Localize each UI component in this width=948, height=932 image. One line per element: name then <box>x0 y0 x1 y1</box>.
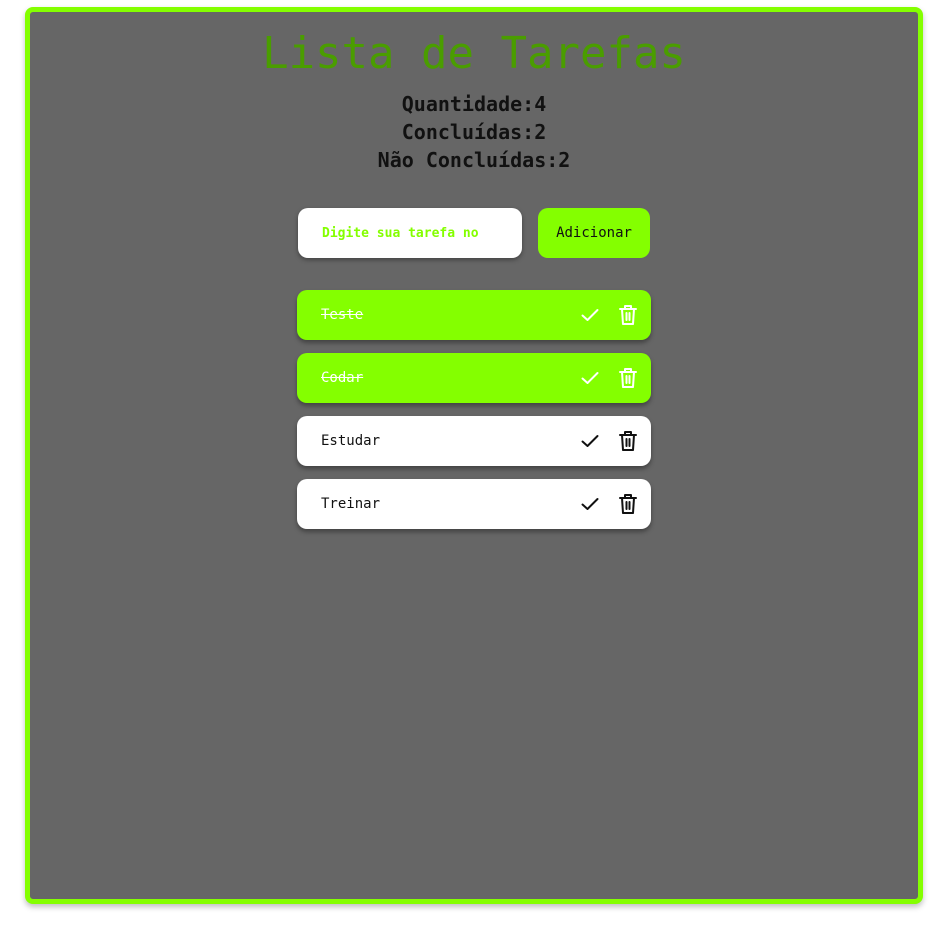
trash-icon[interactable] <box>615 491 641 517</box>
task-text: Teste <box>321 307 364 323</box>
add-button[interactable]: Adicionar <box>538 208 650 258</box>
task-input[interactable] <box>298 208 522 258</box>
task-list: Teste Codar Estudar Treinar <box>297 290 651 542</box>
task-item: Treinar <box>297 479 651 529</box>
stat-done: Concluídas:2 <box>401 120 547 144</box>
task-text: Estudar <box>321 433 381 449</box>
app-container: Lista de Tarefas Quantidade:4 Concluídas… <box>25 7 923 904</box>
task-item: Codar <box>297 353 651 403</box>
trash-icon[interactable] <box>615 302 641 328</box>
page-title: Lista de Tarefas <box>262 28 686 79</box>
task-text: Codar <box>321 370 364 386</box>
check-icon[interactable] <box>577 491 603 517</box>
stat-total: Quantidade:4 <box>401 92 547 116</box>
stat-pending: Não Concluídas:2 <box>377 148 571 172</box>
check-icon[interactable] <box>577 365 603 391</box>
check-icon[interactable] <box>577 428 603 454</box>
check-icon[interactable] <box>577 302 603 328</box>
trash-icon[interactable] <box>615 428 641 454</box>
add-task-form: Adicionar <box>298 208 654 258</box>
stats-panel: Quantidade:4 Concluídas:2 Não Concluídas… <box>30 90 918 174</box>
task-text: Treinar <box>321 496 381 512</box>
task-item: Estudar <box>297 416 651 466</box>
trash-icon[interactable] <box>615 365 641 391</box>
task-item: Teste <box>297 290 651 340</box>
